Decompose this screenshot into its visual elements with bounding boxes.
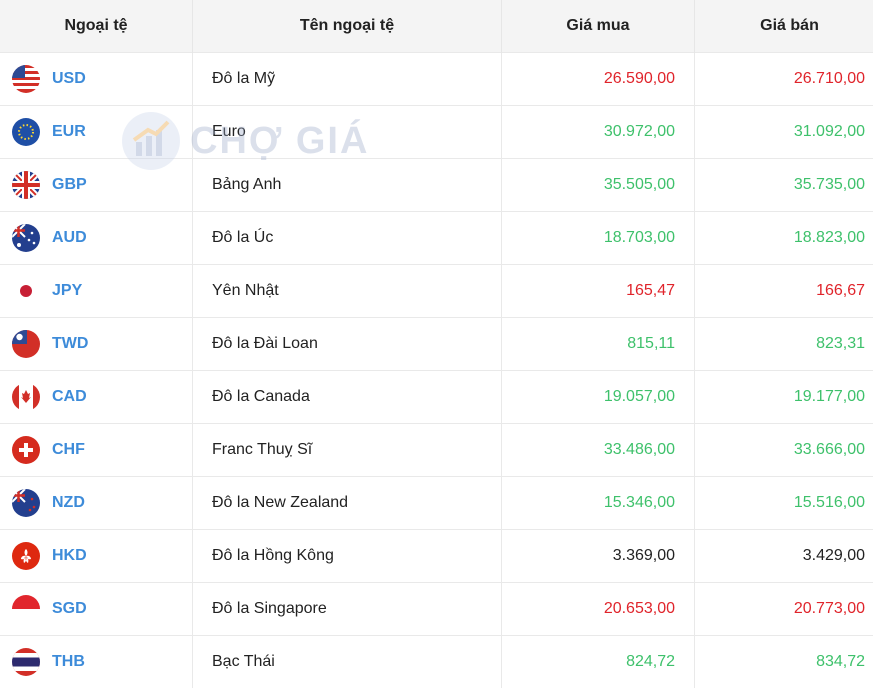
currency-code-link[interactable]: AUD [52, 229, 87, 247]
currency-name: Đô la Đài Loan [193, 318, 502, 371]
buy-price: 3.369,00 [502, 530, 695, 583]
currency-name: Bạc Thái [193, 636, 502, 688]
currency-code-cell: NZD [0, 477, 193, 530]
currency-code-cell: THB [0, 636, 193, 688]
au-flag-icon [12, 224, 40, 252]
currency-name: Franc Thuỵ Sĩ [193, 424, 502, 477]
sell-price: 26.710,00 [695, 53, 873, 106]
header-currency-code[interactable]: Ngoại tệ [0, 0, 193, 53]
th-flag-icon [12, 648, 40, 676]
currency-code-cell: JPY [0, 265, 193, 318]
currency-code-cell: HKD [0, 530, 193, 583]
table-row[interactable]: JPY Yên Nhật165,47166,67 [0, 265, 873, 318]
ch-flag-icon [12, 436, 40, 464]
currency-name: Đô la Hồng Kông [193, 530, 502, 583]
table-row[interactable]: HKD Đô la Hồng Kông3.369,003.429,00 [0, 530, 873, 583]
currency-name: Đô la Canada [193, 371, 502, 424]
table-row[interactable]: AUD Đô la Úc18.703,0018.823,00 [0, 212, 873, 265]
sell-price: 33.666,00 [695, 424, 873, 477]
buy-price: 20.653,00 [502, 583, 695, 636]
hk-flag-icon [12, 542, 40, 570]
sell-price: 35.735,00 [695, 159, 873, 212]
currency-name: Yên Nhật [193, 265, 502, 318]
currency-name: Đô la New Zealand [193, 477, 502, 530]
sell-price: 15.516,00 [695, 477, 873, 530]
currency-code-cell: AUD [0, 212, 193, 265]
table-row[interactable]: GBP Bảng Anh35.505,0035.735,00 [0, 159, 873, 212]
currency-code-link[interactable]: USD [52, 70, 86, 88]
currency-code-link[interactable]: GBP [52, 176, 87, 194]
buy-price: 18.703,00 [502, 212, 695, 265]
currency-code-cell: CAD [0, 371, 193, 424]
currency-code-link[interactable]: NZD [52, 494, 85, 512]
jp-flag-icon [12, 277, 40, 305]
buy-price: 33.486,00 [502, 424, 695, 477]
table-row[interactable]: THB Bạc Thái824,72834,72 [0, 636, 873, 688]
table-body: USD Đô la Mỹ26.590,0026.710,00 EUR Euro30.9… [0, 53, 873, 688]
sell-price: 19.177,00 [695, 371, 873, 424]
us-flag-icon [12, 65, 40, 93]
currency-code-link[interactable]: CAD [52, 388, 87, 406]
sell-price: 20.773,00 [695, 583, 873, 636]
buy-price: 30.972,00 [502, 106, 695, 159]
table-row[interactable]: TWD Đô la Đài Loan815,11823,31 [0, 318, 873, 371]
buy-price: 165,47 [502, 265, 695, 318]
currency-code-link[interactable]: JPY [52, 282, 82, 300]
sell-price: 166,67 [695, 265, 873, 318]
sell-price: 823,31 [695, 318, 873, 371]
currency-code-link[interactable]: SGD [52, 600, 87, 618]
sell-price: 3.429,00 [695, 530, 873, 583]
tw-flag-icon [12, 330, 40, 358]
buy-price: 35.505,00 [502, 159, 695, 212]
buy-price: 824,72 [502, 636, 695, 688]
currency-code-link[interactable]: THB [52, 653, 85, 671]
sell-price: 834,72 [695, 636, 873, 688]
currency-name: Bảng Anh [193, 159, 502, 212]
eu-flag-icon [12, 118, 40, 146]
currency-code-link[interactable]: HKD [52, 547, 87, 565]
table-row[interactable]: USD Đô la Mỹ26.590,0026.710,00 [0, 53, 873, 106]
buy-price: 19.057,00 [502, 371, 695, 424]
currency-name: Đô la Mỹ [193, 53, 502, 106]
header-sell-price[interactable]: Giá bán [695, 0, 873, 53]
table-row[interactable]: EUR Euro30.972,0031.092,00 [0, 106, 873, 159]
ca-flag-icon [12, 383, 40, 411]
currency-code-cell: TWD [0, 318, 193, 371]
sg-flag-icon [12, 595, 40, 623]
sell-price: 18.823,00 [695, 212, 873, 265]
currency-code-cell: USD [0, 53, 193, 106]
table-row[interactable]: SGD Đô la Singapore20.653,0020.773,00 [0, 583, 873, 636]
sell-price: 31.092,00 [695, 106, 873, 159]
currency-code-cell: CHF [0, 424, 193, 477]
buy-price: 815,11 [502, 318, 695, 371]
header-buy-price[interactable]: Giá mua [502, 0, 695, 53]
table-header-row: Ngoại tệ Tên ngoại tệ Giá mua Giá bán [0, 0, 873, 53]
buy-price: 26.590,00 [502, 53, 695, 106]
table-row[interactable]: CHF Franc Thuỵ Sĩ33.486,0033.666,00 [0, 424, 873, 477]
currency-code-cell: EUR [0, 106, 193, 159]
currency-name: Đô la Úc [193, 212, 502, 265]
currency-code-cell: SGD [0, 583, 193, 636]
exchange-rate-table: Ngoại tệ Tên ngoại tệ Giá mua Giá bán US… [0, 0, 873, 688]
table-row[interactable]: CAD Đô la Canada19.057,0019.177,00 [0, 371, 873, 424]
table-row[interactable]: NZD Đô la New Zealand15.346,0015.516,00 [0, 477, 873, 530]
currency-name: Đô la Singapore [193, 583, 502, 636]
currency-code-link[interactable]: TWD [52, 335, 88, 353]
uk-flag-icon [12, 171, 40, 199]
currency-name: Euro [193, 106, 502, 159]
currency-code-link[interactable]: EUR [52, 123, 86, 141]
currency-code-link[interactable]: CHF [52, 441, 85, 459]
buy-price: 15.346,00 [502, 477, 695, 530]
nz-flag-icon [12, 489, 40, 517]
currency-code-cell: GBP [0, 159, 193, 212]
header-currency-name[interactable]: Tên ngoại tệ [193, 0, 502, 53]
